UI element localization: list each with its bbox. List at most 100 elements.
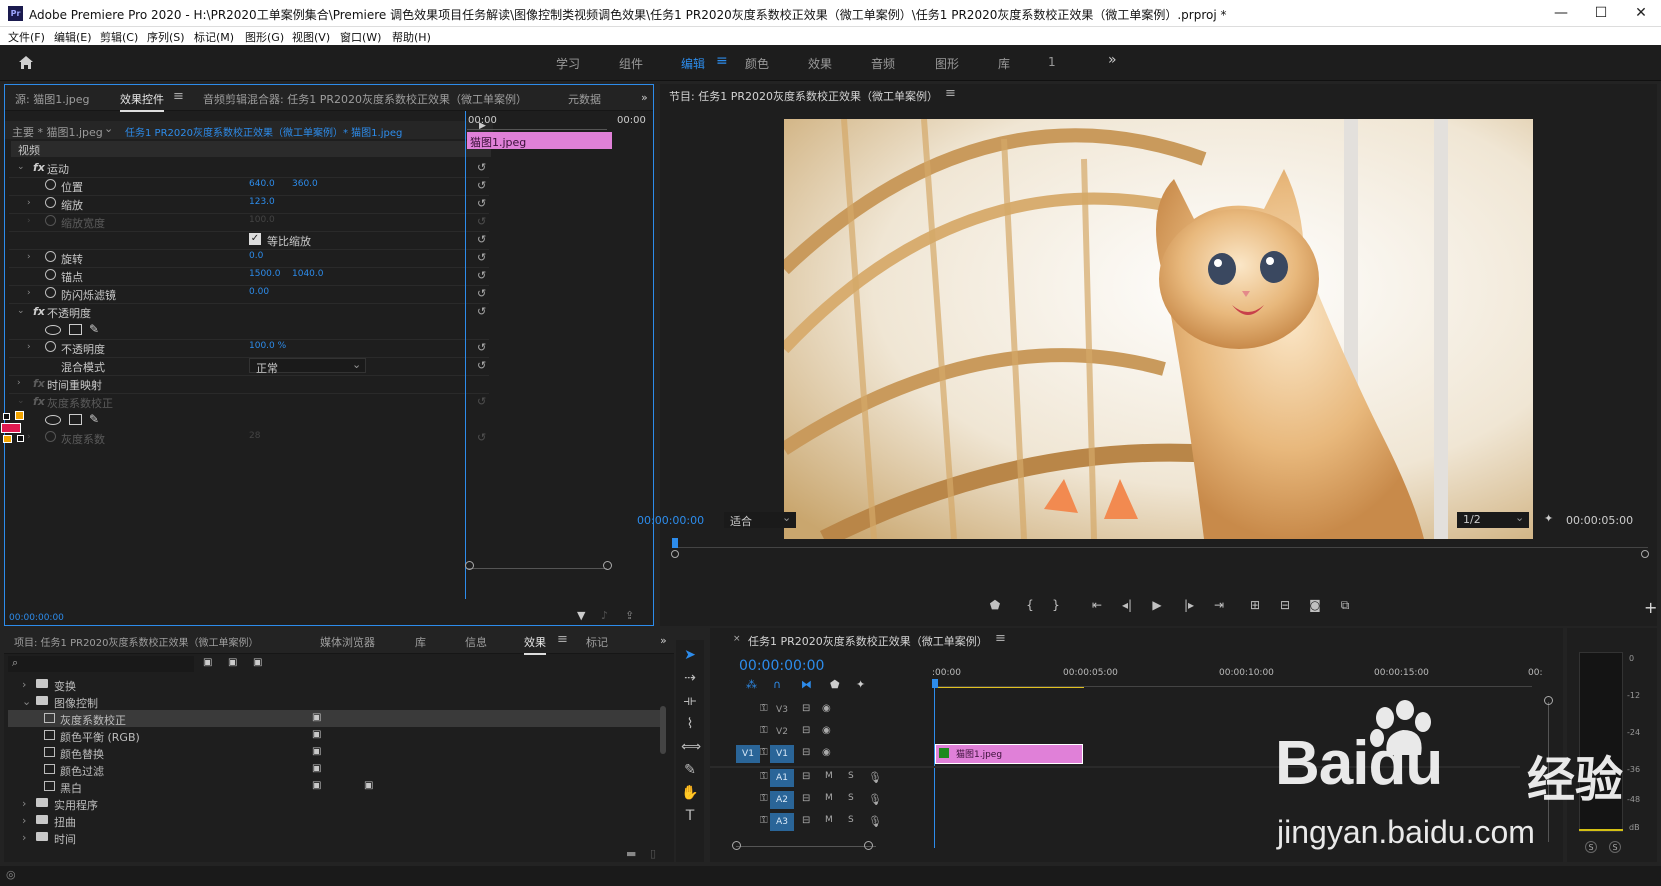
tab-markers[interactable]: 标记 <box>586 634 608 650</box>
delete-icon[interactable]: ▯ <box>650 847 656 860</box>
timeline-clip[interactable]: 猫图1.jpeg <box>935 744 1083 764</box>
hand-tool-icon[interactable]: ✋ <box>681 785 699 803</box>
chevron-right-icon[interactable]: › <box>27 198 31 208</box>
ellipse-mask-icon[interactable] <box>45 325 61 335</box>
mark-out-icon[interactable]: } <box>1047 598 1065 612</box>
workspace-overflow-button[interactable]: » <box>1108 52 1117 68</box>
stopwatch-icon[interactable] <box>45 251 56 262</box>
anti-flicker-value[interactable]: 0.00 <box>249 287 269 297</box>
stopwatch-icon[interactable] <box>45 269 56 280</box>
chevron-right-icon[interactable]: › <box>22 831 26 844</box>
lift-icon[interactable]: ⊞ <box>1246 598 1264 612</box>
track-select-tool-icon[interactable]: ⇢ <box>681 670 699 688</box>
track-name[interactable]: A1 <box>770 769 794 787</box>
snap-icon[interactable]: ∩ <box>773 678 781 691</box>
reset-icon[interactable]: ↺ <box>477 269 486 282</box>
new-folder-icon[interactable]: ▬ <box>626 847 636 860</box>
video-frame[interactable] <box>784 119 1533 539</box>
add-marker-icon[interactable]: ⬟ <box>986 598 1004 612</box>
pen-mask-icon[interactable]: ✎ <box>89 412 99 426</box>
lock-icon[interactable]: ⚿ <box>760 771 768 782</box>
blend-mode-dropdown[interactable]: 正常 ⌄ <box>249 358 366 375</box>
reset-icon[interactable]: ↺ <box>477 395 486 408</box>
stopwatch-icon[interactable] <box>45 341 56 352</box>
scroll-handle-right[interactable] <box>603 561 612 570</box>
uniform-scale-checkbox[interactable]: ✓ <box>249 233 261 245</box>
track-name[interactable]: A2 <box>770 791 794 809</box>
rotation-value[interactable]: 0.0 <box>249 251 263 261</box>
effect-folder[interactable]: › 变换 <box>8 676 663 693</box>
track-name[interactable]: V3 <box>770 701 794 719</box>
stopwatch-icon[interactable] <box>45 197 56 208</box>
stopwatch-icon[interactable] <box>45 179 56 190</box>
microphone-icon[interactable]: 🎙 <box>868 771 882 784</box>
rectangle-mask-icon[interactable] <box>69 324 82 335</box>
tab-effects[interactable]: 效果 <box>524 634 546 655</box>
workspace-assembly[interactable]: 组件 <box>619 55 643 72</box>
reset-icon[interactable]: ↺ <box>477 341 486 354</box>
maximize-button[interactable]: ☐ <box>1581 3 1621 23</box>
solo-button[interactable]: S <box>848 815 854 825</box>
lock-icon[interactable]: ⚿ <box>760 747 768 758</box>
wrench-icon[interactable]: ✦ <box>1544 512 1553 525</box>
scroll-handle-right[interactable] <box>864 841 873 850</box>
workspace-custom[interactable]: 1 <box>1048 55 1056 69</box>
linked-selection-icon[interactable]: ⧓ <box>801 678 812 691</box>
mute-button[interactable]: M <box>825 815 833 825</box>
timeline-sequence-title[interactable]: 任务1 PR2020灰度系数校正效果（微工单案例） <box>748 633 988 649</box>
position-x-value[interactable]: 640.0 <box>249 179 275 189</box>
chevron-down-icon[interactable]: ⌄ <box>17 396 25 406</box>
lock-icon[interactable]: ⚿ <box>760 725 768 736</box>
playhead[interactable] <box>932 679 938 688</box>
32bit-effects-icon[interactable]: ▣ <box>228 657 237 668</box>
chevron-down-icon[interactable]: ⌄ <box>22 695 31 708</box>
chevron-right-icon[interactable]: › <box>22 814 26 827</box>
reset-icon[interactable]: ↺ <box>477 359 486 372</box>
filter-icon[interactable]: ▼ <box>577 609 585 622</box>
wrench-icon[interactable]: ✦ <box>856 678 865 691</box>
track-name[interactable]: V2 <box>770 723 794 741</box>
type-tool-icon[interactable]: T <box>681 808 699 826</box>
fx-icon[interactable]: fx <box>33 305 45 318</box>
panel-overflow-button[interactable]: » <box>660 634 667 647</box>
chevron-down-icon[interactable]: ⌄ <box>104 122 113 135</box>
reset-icon[interactable]: ↺ <box>477 233 486 246</box>
menu-edit[interactable]: 编辑(E) <box>54 29 92 45</box>
accelerated-effects-icon[interactable]: ▣ <box>203 657 212 668</box>
effect-item[interactable]: ▣ 灰度系数校正 <box>8 710 663 727</box>
go-to-in-icon[interactable]: ⇤ <box>1088 598 1106 612</box>
program-monitor-title[interactable]: 节目: 任务1 PR2020灰度系数校正效果（微工单案例） <box>669 88 938 104</box>
resolution-dropdown[interactable]: 1/2 ⌄ <box>1457 511 1529 528</box>
workspace-menu-icon[interactable]: ≡ <box>716 53 728 69</box>
home-icon[interactable] <box>18 55 34 70</box>
effect-gamma-row[interactable]: ⌄ fx 灰度系数校正 ↺ <box>9 393 489 411</box>
mini-scrollbar[interactable] <box>467 568 607 569</box>
sequence-clip-link[interactable]: 任务1 PR2020灰度系数校正效果（微工单案例）* 猫图1.jpeg <box>125 124 402 139</box>
scale-value[interactable]: 123.0 <box>249 197 275 207</box>
effects-search-input[interactable]: ⌕ <box>8 656 194 672</box>
sync-lock-icon[interactable]: ⊟ <box>802 771 810 782</box>
workspace-audio[interactable]: 音频 <box>871 55 895 72</box>
mute-button[interactable]: M <box>825 771 833 781</box>
chevron-right-icon[interactable]: › <box>17 378 21 388</box>
menu-sequence[interactable]: 序列(S) <box>147 29 185 45</box>
mark-in-icon[interactable]: { <box>1021 598 1039 612</box>
sync-lock-icon[interactable]: ⊟ <box>802 793 810 804</box>
effect-motion-row[interactable]: ⌄ fx 运动 ↺ <box>9 159 489 177</box>
minimize-button[interactable]: — <box>1541 3 1581 23</box>
export-icon[interactable]: ⇪ <box>625 609 634 622</box>
workspace-color[interactable]: 颜色 <box>745 55 769 72</box>
tab-menu-icon[interactable]: ≡ <box>173 89 184 104</box>
effect-folder[interactable]: › 实用程序 <box>8 795 663 812</box>
panel-overflow-button[interactable]: » <box>641 91 648 104</box>
effect-item[interactable]: ▣ 颜色平衡 (RGB) <box>8 727 663 744</box>
playhead[interactable] <box>672 538 678 548</box>
add-button-icon[interactable]: + <box>1644 598 1657 617</box>
go-to-out-icon[interactable]: ⇥ <box>1210 598 1228 612</box>
tab-libraries[interactable]: 库 <box>415 634 426 650</box>
tab-effect-controls[interactable]: 效果控件 <box>120 91 164 112</box>
chevron-right-icon[interactable]: › <box>22 678 26 691</box>
export-frame-icon[interactable]: ◙ <box>1306 598 1324 612</box>
effect-folder[interactable]: ⌄ 图像控制 <box>8 693 663 710</box>
menu-help[interactable]: 帮助(H) <box>392 29 431 45</box>
